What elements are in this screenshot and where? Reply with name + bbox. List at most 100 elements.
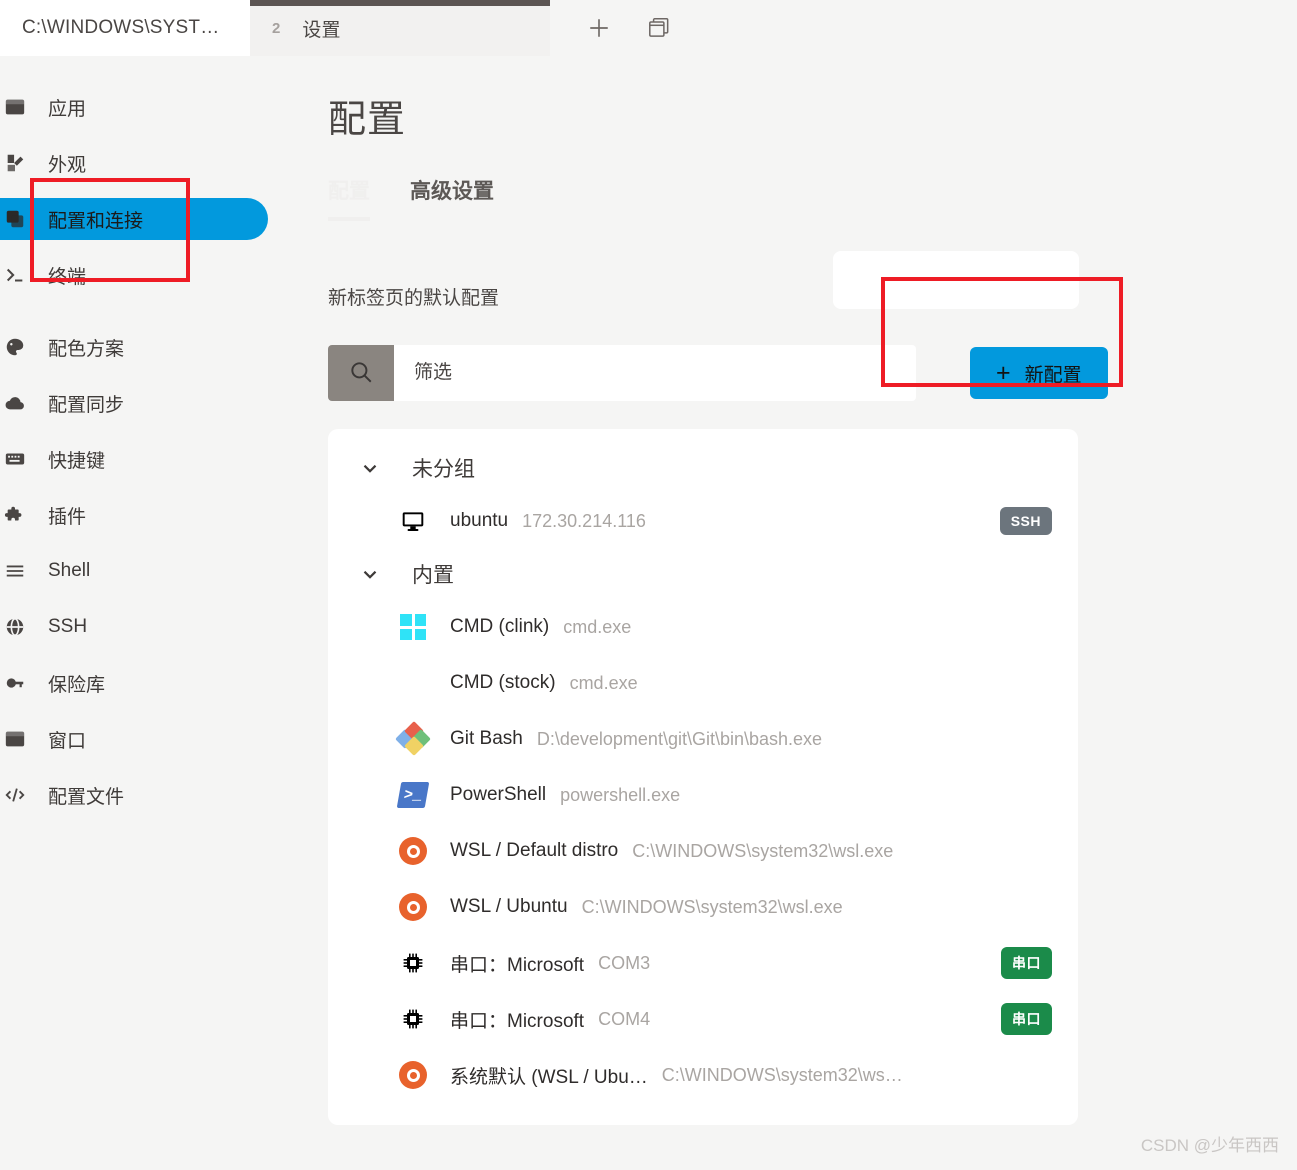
search-button[interactable] — [328, 345, 394, 401]
sidebar-item-ssh[interactable]: SSH — [0, 606, 268, 648]
sidebar-item-vault-label: 保险库 — [48, 670, 105, 697]
profile-name: CMD (stock) — [450, 672, 556, 694]
plus-icon: + — [996, 361, 1011, 386]
sidebar-item-config-sync[interactable]: 配置同步 — [0, 382, 268, 424]
sidebar-item-hotkeys[interactable]: 快捷键 — [0, 438, 268, 480]
sidebar-item-config-file-label: 配置文件 — [48, 782, 124, 809]
table-row[interactable]: 系统默认 (WSL / Ubu… C:\WINDOWS\system32\ws… — [328, 1047, 1078, 1103]
new-profile-button-label: 新配置 — [1025, 360, 1082, 387]
sidebar-item-plugins-label: 插件 — [48, 502, 86, 529]
sidebar-item-profiles[interactable]: 配置和连接 — [0, 198, 268, 240]
monitor-icon — [396, 504, 430, 538]
palette-icon — [4, 336, 30, 358]
page-title: 配置 — [328, 88, 1297, 143]
table-row[interactable]: WSL / Ubuntu C:\WINDOWS\system32\wsl.exe — [328, 879, 1078, 935]
profile-sub: C:\WINDOWS\system32\ws… — [662, 1065, 903, 1086]
tab-settings-title: 设置 — [302, 15, 340, 42]
cloud-icon — [4, 392, 30, 414]
sidebar-divider — [0, 296, 300, 326]
sidebar-item-window[interactable]: 窗口 — [0, 718, 268, 760]
chip-icon — [396, 946, 430, 980]
main-content: 配置 配置 高级设置 新标签页的默认配置 — [300, 56, 1297, 1170]
default-profile-select[interactable] — [833, 251, 1079, 309]
git-icon — [396, 722, 430, 756]
tab-terminal[interactable]: C:\WINDOWS\SYSTEM… — [0, 0, 250, 56]
new-profile-button[interactable]: + 新配置 — [970, 347, 1108, 399]
terminal-icon — [4, 264, 30, 286]
table-row[interactable]: ubuntu 172.30.214.116 SSH — [328, 493, 1078, 549]
chevron-down-icon — [356, 457, 384, 479]
app-window-icon — [4, 96, 30, 118]
sidebar-item-ssh-label: SSH — [48, 616, 87, 638]
list-icon — [4, 560, 30, 582]
table-row[interactable]: CMD (clink) cmd.exe — [328, 599, 1078, 655]
table-row[interactable]: 串口：Microsoft COM3 串口 — [328, 935, 1078, 991]
profile-sub: cmd.exe — [563, 617, 631, 638]
sidebar-item-app[interactable]: 应用 — [0, 86, 268, 128]
plus-icon[interactable] — [584, 13, 614, 43]
profile-sub: cmd.exe — [570, 673, 638, 694]
profile-sub: C:\WINDOWS\system32\wsl.exe — [582, 897, 843, 918]
sidebar-item-appearance-label: 外观 — [48, 150, 86, 177]
puzzle-icon — [4, 504, 30, 526]
profile-name: 系统默认 (WSL / Ubu… — [450, 1062, 648, 1089]
sidebar: 应用 外观 配置和连接 — [0, 56, 300, 1170]
sidebar-item-terminal-label: 终端 — [48, 262, 86, 289]
profile-sub: C:\WINDOWS\system32\wsl.exe — [632, 841, 893, 862]
group-header-builtin-label: 内置 — [412, 559, 454, 589]
sidebar-item-profiles-label: 配置和连接 — [48, 206, 143, 233]
profile-sub: COM3 — [598, 953, 650, 974]
default-profile-row: 新标签页的默认配置 — [328, 267, 1297, 325]
profile-name: WSL / Default distro — [450, 840, 618, 862]
sidebar-item-color-scheme[interactable]: 配色方案 — [0, 326, 268, 368]
sidebar-item-shell[interactable]: Shell — [0, 550, 268, 592]
profile-sub: D:\development\git\Git\bin\bash.exe — [537, 729, 822, 750]
tab-settings-index: 2 — [272, 20, 280, 37]
no-icon-placeholder — [396, 666, 430, 700]
status-badge: 串口 — [1001, 947, 1052, 979]
tab-profiles[interactable]: 配置 — [328, 175, 370, 221]
sidebar-item-appearance[interactable]: 外观 — [0, 142, 268, 184]
sidebar-item-window-label: 窗口 — [48, 726, 86, 753]
table-row[interactable]: WSL / Default distro C:\WINDOWS\system32… — [328, 823, 1078, 879]
sidebar-item-config-file[interactable]: 配置文件 — [0, 774, 268, 816]
chip-icon — [396, 1002, 430, 1036]
profile-name: CMD (clink) — [450, 616, 549, 638]
group-header-builtin[interactable]: 内置 — [328, 549, 1078, 599]
sidebar-item-app-label: 应用 — [48, 94, 86, 121]
powershell-icon: >_ — [396, 778, 430, 812]
key-icon — [4, 672, 30, 694]
keyboard-icon — [4, 448, 30, 470]
profiles-icon — [4, 208, 30, 230]
sidebar-item-plugins[interactable]: 插件 — [0, 494, 268, 536]
window-copy-icon[interactable] — [644, 13, 674, 43]
tab-settings[interactable]: 2 设置 — [250, 0, 550, 56]
globe-icon — [4, 616, 30, 638]
status-badge: 串口 — [1001, 1003, 1052, 1035]
window-icon — [4, 728, 30, 750]
ubuntu-icon — [396, 890, 430, 924]
tab-terminal-title: C:\WINDOWS\SYSTEM… — [22, 17, 228, 39]
paint-icon — [4, 152, 30, 174]
profile-name: ubuntu — [450, 510, 508, 532]
profile-name: WSL / Ubuntu — [450, 896, 568, 918]
table-row[interactable]: CMD (stock) cmd.exe — [328, 655, 1078, 711]
code-icon — [4, 784, 30, 806]
tab-bar: C:\WINDOWS\SYSTEM… 2 设置 — [0, 0, 1297, 56]
sidebar-item-hotkeys-label: 快捷键 — [48, 446, 105, 473]
ubuntu-icon — [396, 1058, 430, 1092]
tab-advanced-settings-label: 高级设置 — [410, 180, 494, 203]
profile-list-panel: 未分组 ubuntu 172.30.214.116 SSH — [328, 429, 1078, 1125]
table-row[interactable]: >_ PowerShell powershell.exe — [328, 767, 1078, 823]
table-row[interactable]: 串口：Microsoft COM4 串口 — [328, 991, 1078, 1047]
profile-name: PowerShell — [450, 784, 546, 806]
sidebar-item-shell-label: Shell — [48, 560, 90, 582]
search-input[interactable] — [394, 345, 916, 401]
sidebar-item-terminal[interactable]: 终端 — [0, 254, 268, 296]
table-row[interactable]: Git Bash D:\development\git\Git\bin\bash… — [328, 711, 1078, 767]
profile-sub: powershell.exe — [560, 785, 680, 806]
profile-name: 串口：Microsoft — [450, 1006, 584, 1033]
sidebar-item-vault[interactable]: 保险库 — [0, 662, 268, 704]
group-header-ungrouped[interactable]: 未分组 — [328, 443, 1078, 493]
tab-advanced-settings[interactable]: 高级设置 — [410, 175, 494, 221]
